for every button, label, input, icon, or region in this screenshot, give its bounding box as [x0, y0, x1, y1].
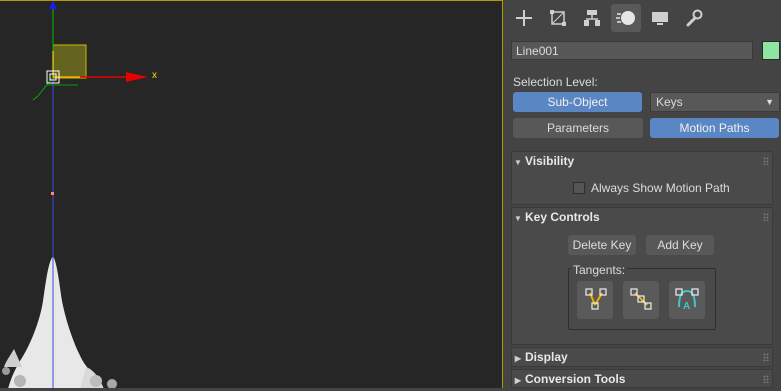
chevron-down-icon: ▼ — [765, 97, 774, 107]
gizmo-plane — [52, 44, 87, 79]
tab-create[interactable] — [509, 4, 539, 32]
command-panel: Selection Level: Sub-Object Keys ▼ Param… — [505, 0, 781, 388]
conversion-tools-rollout-header[interactable]: ▶ Conversion Tools — [511, 369, 773, 389]
tab-hierarchy[interactable] — [577, 4, 607, 32]
visibility-title: Visibility — [525, 154, 575, 168]
tab-display[interactable] — [645, 4, 675, 32]
selection-level-dropdown[interactable]: Keys ▼ — [650, 92, 780, 112]
svg-text:A: A — [683, 301, 690, 312]
motion-key — [51, 192, 54, 195]
tab-modify[interactable] — [543, 4, 573, 32]
selection-level-label: Selection Level: — [513, 75, 598, 89]
hierarchy-icon — [583, 9, 601, 27]
expand-triangle-icon: ▼ — [514, 158, 522, 167]
motion-icon — [615, 9, 637, 27]
selection-level-value: Keys — [656, 95, 683, 109]
tab-utilities[interactable] — [679, 4, 709, 32]
tangent-auto-button[interactable]: A — [669, 281, 705, 319]
viewport-scene: x — [2, 1, 157, 388]
delete-key-button[interactable]: Delete Key — [568, 235, 636, 255]
key-controls-rollout-header[interactable]: ▼ Key Controls — [511, 207, 773, 227]
conversion-tools-title: Conversion Tools — [525, 372, 626, 386]
tangent-linear-button[interactable] — [623, 281, 659, 319]
object-color-swatch[interactable] — [762, 41, 780, 60]
viewport[interactable]: x — [0, 0, 503, 388]
collapse-triangle-icon: ▶ — [514, 376, 522, 385]
modify-icon — [549, 9, 567, 27]
tangent-auto-icon: A — [673, 285, 701, 316]
grip-icon — [763, 213, 769, 221]
grip-icon — [763, 157, 769, 165]
x-axis-label: x — [152, 70, 157, 81]
parameters-button[interactable]: Parameters — [513, 118, 643, 138]
display-title: Display — [525, 350, 568, 364]
create-icon — [515, 9, 533, 27]
tab-motion[interactable] — [611, 4, 641, 32]
collapse-triangle-icon: ▶ — [514, 354, 522, 363]
display-rollout-header[interactable]: ▶ Display — [511, 347, 773, 367]
motion-paths-button[interactable]: Motion Paths — [650, 118, 779, 138]
visibility-rollout-header[interactable]: ▼ Visibility — [511, 151, 773, 171]
expand-triangle-icon: ▼ — [514, 214, 522, 223]
add-key-button[interactable]: Add Key — [646, 235, 714, 255]
utilities-icon — [685, 9, 703, 27]
tangents-label: Tangents: — [571, 263, 628, 277]
display-icon — [651, 9, 669, 27]
tangent-corner-icon — [581, 285, 609, 316]
always-show-motion-path-label: Always Show Motion Path — [591, 181, 730, 195]
sub-object-button[interactable]: Sub-Object — [513, 92, 642, 112]
grip-icon — [763, 375, 769, 383]
tangent-linear-icon — [627, 285, 655, 316]
object-name-field[interactable] — [511, 41, 753, 60]
tangent-corner-button[interactable] — [577, 281, 613, 319]
key-controls-title: Key Controls — [525, 210, 600, 224]
always-show-motion-path-checkbox[interactable] — [573, 182, 585, 194]
command-panel-tabs — [505, 4, 781, 34]
grip-icon — [763, 353, 769, 361]
